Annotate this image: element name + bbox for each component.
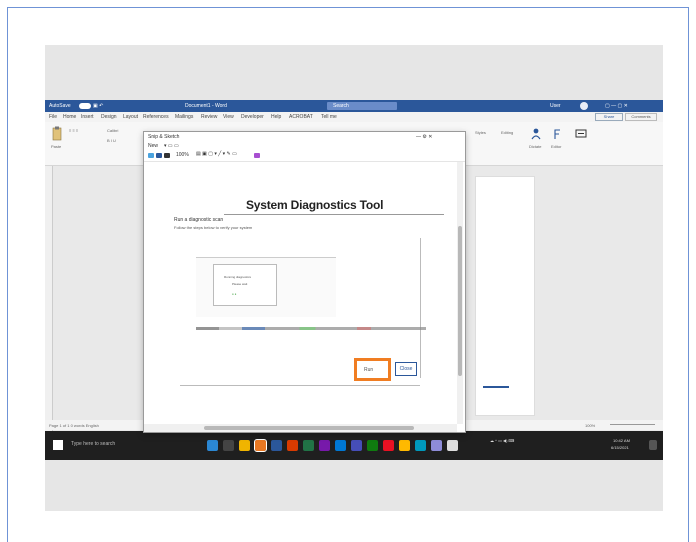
snip-titlebar: Snip & Sketch — ⚙ ✕ — [144, 132, 465, 142]
editing-label[interactable]: Editing — [501, 130, 513, 135]
nested-dialog-text: Running diagnostics — [224, 275, 252, 279]
vertical-ruler — [45, 166, 53, 432]
editor-icon[interactable] — [553, 128, 563, 140]
margin-line — [420, 238, 421, 378]
status-text: Page 1 of 1 0 words English — [49, 423, 99, 428]
paste-icon[interactable] — [51, 126, 63, 142]
tab-design[interactable]: Design — [101, 114, 117, 120]
styles-label[interactable]: Styles — [475, 130, 486, 135]
tab-references[interactable]: References — [143, 114, 169, 120]
nested-taskbar-strip — [196, 327, 426, 330]
tray-icons[interactable]: ☁ ^ ▭ ◀) ⌨ — [490, 438, 514, 443]
teams-icon[interactable] — [351, 440, 362, 451]
comments-button[interactable]: Comments — [625, 113, 657, 121]
doc-instruction: Follow the steps below to verify your sy… — [174, 225, 253, 230]
autosave-toggle[interactable] — [79, 103, 91, 109]
bottom-rule — [180, 385, 420, 386]
selection-marker — [483, 386, 509, 388]
tab-view[interactable]: View — [223, 114, 234, 120]
app-icon-purple[interactable] — [431, 440, 442, 451]
app-icon-green[interactable] — [367, 440, 378, 451]
horizontal-scroll-thumb[interactable] — [204, 426, 414, 430]
font-name[interactable]: Calibri — [107, 128, 118, 133]
clock-date[interactable]: 6/15/2021 — [611, 445, 629, 450]
user-name: User — [550, 103, 561, 109]
word-taskbar-icon[interactable] — [271, 440, 282, 451]
highlighter-icon[interactable] — [254, 153, 260, 158]
tab-review[interactable]: Review — [201, 114, 217, 120]
powerpoint-icon[interactable] — [287, 440, 298, 451]
avatar[interactable] — [580, 102, 588, 110]
nested-dialog-sub: Please wait — [232, 282, 248, 286]
zoom-slider[interactable] — [610, 424, 655, 425]
close-button[interactable]: Close — [395, 362, 417, 376]
nested-dialog-status-icon: ● ● — [232, 292, 237, 296]
tab-file[interactable]: File — [49, 114, 57, 120]
tab-developer[interactable]: Developer — [241, 114, 264, 120]
app-icon-red[interactable] — [383, 440, 394, 451]
ballpoint-pen-icon[interactable] — [156, 153, 162, 158]
title-rule — [224, 214, 444, 215]
tab-home[interactable]: Home — [63, 114, 76, 120]
app-icon-cyan[interactable] — [415, 440, 426, 451]
clock-time[interactable]: 10:42 AM — [613, 438, 630, 443]
pencil-icon[interactable] — [164, 153, 170, 158]
annotation-tools-icon[interactable]: ▤ ▣ ▢ ▾ ╱ ▾ ✎ ▭ — [196, 151, 237, 157]
snip-taskbar-icon[interactable] — [254, 439, 267, 452]
snip-window: Snip & Sketch — ⚙ ✕ New ▾ ▭ ▭ 100% ▤ ▣ ▢… — [143, 131, 466, 433]
task-view-icon[interactable] — [223, 440, 234, 451]
tab-acrobat[interactable]: ACROBAT — [289, 114, 313, 120]
sensitivity-icon[interactable] — [575, 129, 587, 139]
onenote-icon[interactable] — [319, 440, 330, 451]
tab-help[interactable]: Help — [271, 114, 281, 120]
taskbar-search[interactable]: Type here to search — [71, 441, 115, 447]
embedded-screenshot: AutoSave ▣ ↶ Document1 - Word Search Use… — [45, 100, 663, 460]
share-button[interactable]: Share — [595, 113, 623, 121]
dictate-label: Dictate — [529, 144, 542, 149]
doc-title: System Diagnostics Tool — [246, 198, 384, 212]
snip-toolbar: New ▾ ▭ ▭ 100% ▤ ▣ ▢ ▾ ╱ ▾ ✎ ▭ — [144, 142, 465, 162]
font-format-icon[interactable]: B I U — [107, 138, 116, 143]
tab-insert[interactable]: Insert — [81, 114, 94, 120]
nested-dialog: Running diagnostics Please wait ● ● — [213, 264, 277, 306]
autosave-label: AutoSave — [49, 103, 71, 109]
document-page[interactable] — [475, 176, 535, 416]
snip-menu-icon[interactable]: ▾ ▭ ▭ — [164, 143, 179, 149]
clipboard-lines-icon[interactable]: ≡ ≡ ≡ — [69, 128, 78, 133]
outlook-icon[interactable] — [335, 440, 346, 451]
save-icon[interactable]: ▣ ↶ — [93, 100, 103, 112]
vertical-scroll-thumb[interactable] — [458, 226, 462, 376]
highlighted-run-button[interactable]: Run — [354, 358, 391, 381]
snip-window-controls-icon[interactable]: — ⚙ ✕ — [416, 134, 432, 140]
edge-icon[interactable] — [207, 440, 218, 451]
doc-heading: Run a diagnostic scan — [174, 217, 224, 223]
touch-writing-icon[interactable] — [148, 153, 154, 158]
search-placeholder: Search — [333, 103, 349, 109]
editor-label: Editor — [551, 144, 562, 149]
zoom-level[interactable]: 100% — [585, 423, 595, 428]
horizontal-scrollbar[interactable] — [144, 424, 457, 432]
document-title: Document1 - Word — [185, 103, 227, 109]
new-button[interactable]: New — [148, 143, 158, 149]
window-controls-icon[interactable]: ▢ — ▢ ✕ — [605, 100, 628, 112]
tab-tell-me[interactable]: Tell me — [321, 114, 337, 120]
ribbon-tabs: File Home Insert Design Layout Reference… — [45, 112, 663, 122]
notifications-icon[interactable] — [649, 440, 657, 450]
paste-label: Paste — [51, 144, 62, 149]
dictate-icon[interactable] — [531, 128, 541, 140]
windows-start-icon[interactable] — [53, 440, 63, 450]
tab-layout[interactable]: Layout — [123, 114, 138, 120]
taskbar: Type here to search ☁ ^ ▭ ◀) ⌨ 10:42 AM … — [45, 431, 663, 460]
vertical-scrollbar[interactable] — [457, 162, 463, 424]
app-icon-white[interactable] — [447, 440, 458, 451]
run-button-label: Run — [364, 367, 374, 373]
snip-app-title: Snip & Sketch — [148, 134, 180, 140]
zoom-select[interactable]: 100% — [176, 152, 189, 158]
explorer-icon[interactable] — [239, 440, 250, 451]
app-icon-yellow[interactable] — [399, 440, 410, 451]
excel-icon[interactable] — [303, 440, 314, 451]
tab-mailings[interactable]: Mailings — [175, 114, 193, 120]
snip-canvas: System Diagnostics Tool Run a diagnostic… — [164, 166, 454, 416]
word-titlebar: AutoSave ▣ ↶ Document1 - Word Search Use… — [45, 100, 663, 112]
